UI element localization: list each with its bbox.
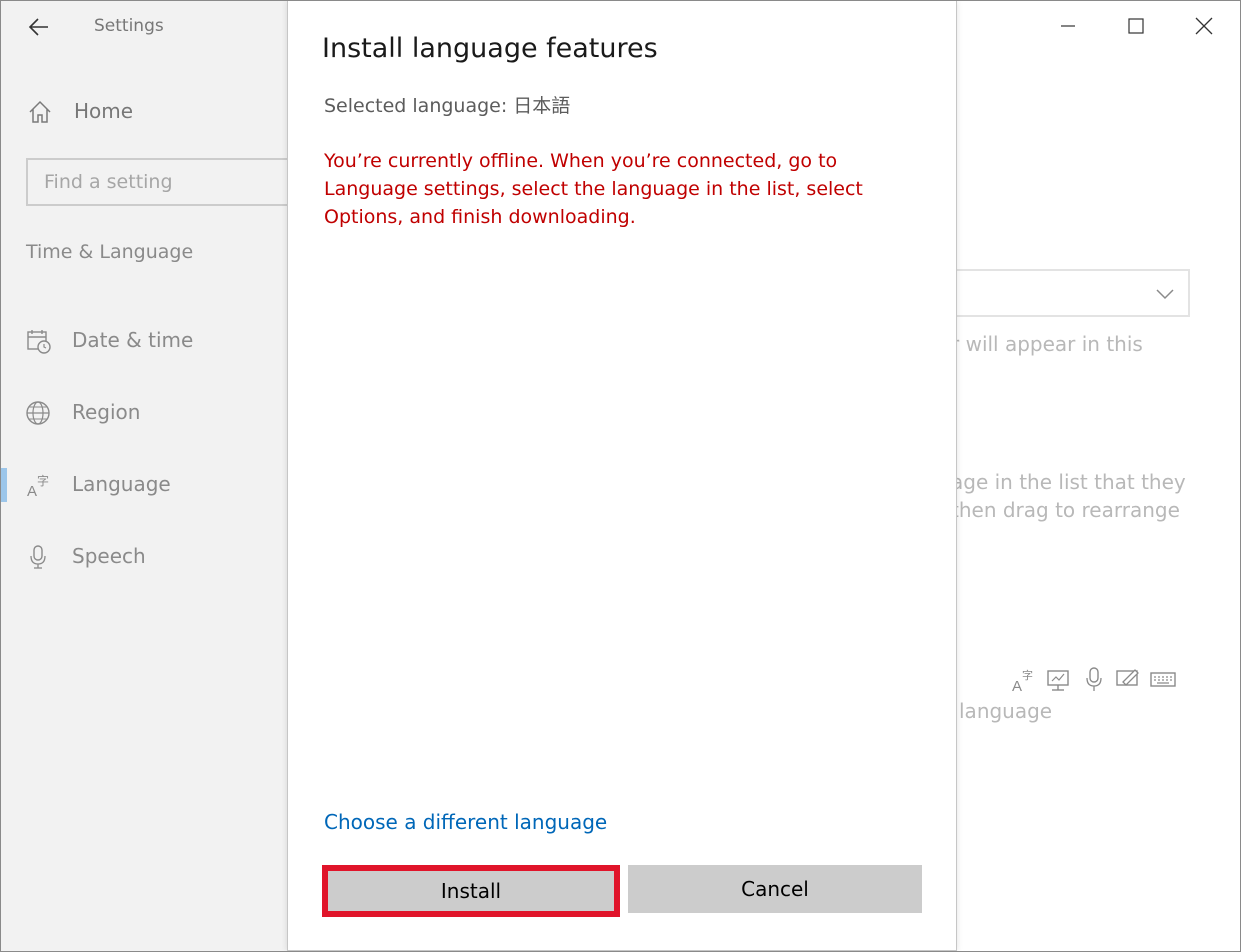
svg-text:A: A	[1012, 678, 1022, 693]
keyboard-icon	[1150, 672, 1176, 687]
search-input[interactable]	[44, 169, 284, 195]
install-button[interactable]: Install	[322, 865, 620, 917]
globe-icon	[26, 401, 50, 425]
maximize-icon	[1128, 18, 1144, 34]
home-icon	[29, 100, 51, 123]
minimize-button[interactable]	[1043, 6, 1093, 46]
sidebar-item-speech[interactable]: Speech	[1, 533, 288, 581]
selected-indicator	[1, 468, 7, 502]
sidebar-item-region[interactable]: Region	[1, 389, 288, 437]
language-icon: A 字	[27, 473, 49, 498]
microphone-icon	[30, 545, 46, 569]
maximize-button[interactable]	[1111, 6, 1161, 46]
window-controls	[1041, 1, 1240, 51]
language-feature-icons: A 字	[1011, 665, 1181, 695]
offline-error-message: You’re currently offline. When you’re co…	[324, 150, 863, 228]
back-button[interactable]	[19, 9, 59, 45]
svg-text:字: 字	[37, 473, 49, 488]
chevron-down-icon	[1156, 289, 1174, 300]
install-language-dialog: Install language features Selected langu…	[287, 1, 957, 951]
language-icon: A 字	[1012, 668, 1033, 693]
choose-different-language-link[interactable]: Choose a different language	[324, 810, 607, 834]
close-button[interactable]	[1179, 6, 1229, 46]
close-icon	[1195, 17, 1213, 35]
microphone-icon	[1086, 667, 1102, 691]
sidebar-item-label: Home	[74, 99, 134, 123]
settings-window: Settings Home Time & Language Date & tim…	[0, 0, 1241, 952]
back-arrow-icon	[28, 18, 48, 36]
sidebar-item-home[interactable]: Home	[1, 89, 288, 135]
cancel-button[interactable]: Cancel	[628, 865, 922, 913]
handwriting-icon	[1116, 669, 1139, 686]
sidebar-item-label: Language	[72, 472, 171, 496]
section-title: Time & Language	[26, 241, 194, 263]
sidebar-item-language[interactable]: A 字 Language	[1, 461, 288, 509]
display-icon	[1047, 670, 1069, 691]
app-title: Settings	[94, 16, 164, 36]
background-dropdown[interactable]	[941, 269, 1190, 317]
background-text: then drag to rearrange	[951, 498, 1180, 522]
dialog-title: Install language features	[322, 33, 658, 64]
sidebar-item-label: Speech	[72, 544, 146, 568]
calendar-clock-icon	[27, 330, 51, 354]
selected-language-text: Selected language: 日本語	[324, 95, 571, 117]
background-text: age in the list that they	[951, 470, 1186, 494]
sidebar-item-label: Region	[72, 400, 141, 424]
svg-text:字: 字	[1022, 668, 1033, 682]
sidebar-item-label: Date & time	[72, 328, 194, 352]
background-text: language	[959, 699, 1053, 723]
sidebar-item-date-time[interactable]: Date & time	[1, 317, 288, 365]
search-box[interactable]	[26, 158, 296, 206]
sidebar: Settings Home Time & Language Date & tim…	[1, 1, 296, 951]
background-text: r will appear in this	[951, 332, 1143, 356]
minimize-icon	[1061, 25, 1075, 27]
svg-text:A: A	[27, 483, 37, 498]
